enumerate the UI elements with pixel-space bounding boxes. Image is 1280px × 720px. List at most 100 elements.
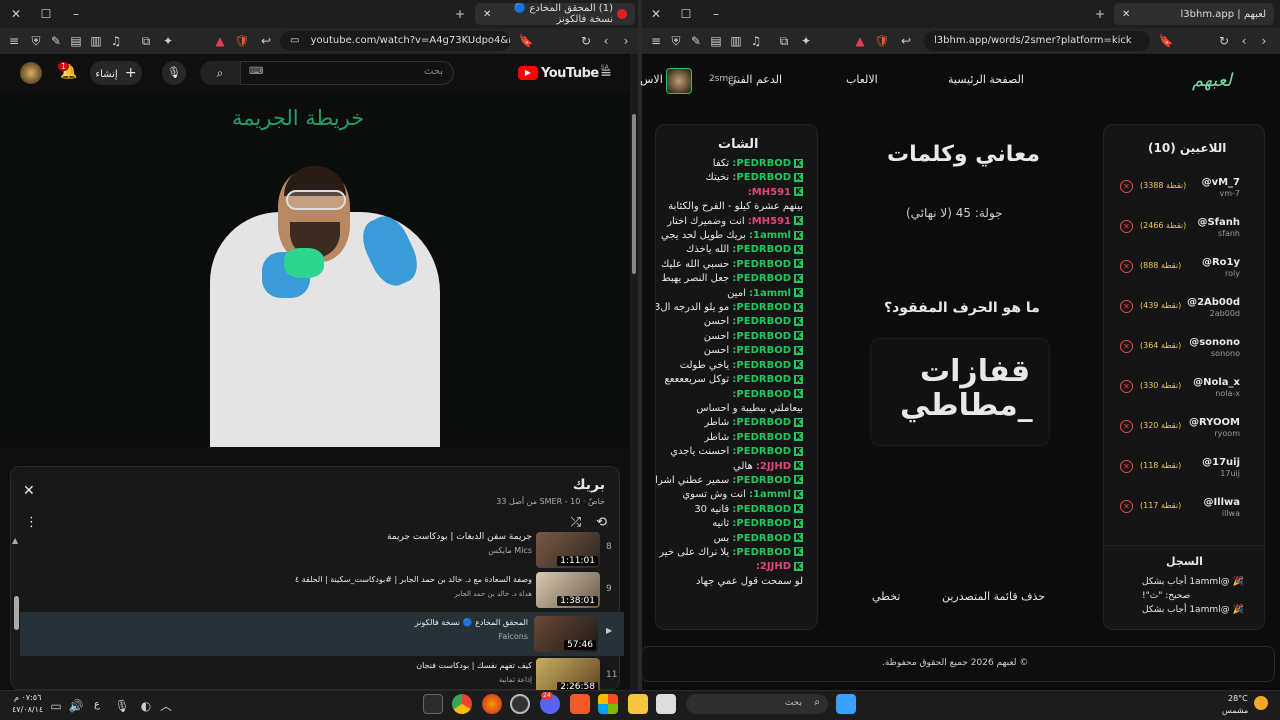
video-thumbnail[interactable]: 1:38:01 — [536, 572, 600, 608]
brave-shield-icon[interactable]: 🛡 — [234, 33, 250, 49]
create-button[interactable]: إنشاء + — [90, 61, 142, 85]
voice-search-button[interactable]: 🎙 — [162, 61, 186, 85]
remove-player-icon[interactable]: ✕ — [1120, 220, 1133, 233]
video-player[interactable]: خريطة الجريمة — [0, 92, 630, 447]
music-icon[interactable]: ♫ — [748, 33, 764, 49]
avatar[interactable] — [20, 62, 42, 84]
clock-date[interactable]: ٤٧/٠٨/١٤ — [12, 705, 43, 714]
share-icon[interactable]: ↩ — [258, 33, 274, 49]
loop-icon[interactable]: ⟲ — [596, 515, 607, 530]
firefox-icon[interactable] — [482, 694, 502, 714]
remove-player-icon[interactable]: ✕ — [1120, 420, 1133, 433]
forward-icon[interactable]: › — [1256, 33, 1272, 49]
nav-home[interactable]: الصفحة الرئيسية — [948, 73, 1024, 86]
security-icon[interactable]: ◐ — [138, 698, 154, 714]
forward-icon[interactable]: › — [618, 33, 634, 49]
playlist-item[interactable]: 9 1:38:01 وصفة السعادة مع د. خالد بن حمد… — [16, 570, 618, 610]
epic-games-icon[interactable] — [423, 694, 443, 714]
show-hidden-icons-icon[interactable]: ︿ — [158, 698, 174, 714]
tab-close-icon[interactable]: ✕ — [483, 9, 491, 20]
remove-player-icon[interactable]: ✕ — [1120, 460, 1133, 473]
user-avatar[interactable] — [666, 68, 692, 94]
screenshot-icon[interactable]: ⧉ — [776, 33, 792, 49]
new-tab-icon[interactable]: + — [1092, 6, 1108, 22]
video-thumbnail[interactable]: 2:26:58 — [536, 658, 600, 690]
keyboard-icon[interactable]: ⌨ — [249, 66, 263, 77]
taskbar-search[interactable]: بحث ⌕ — [686, 694, 828, 714]
video-thumbnail[interactable]: 57:46 — [534, 616, 598, 652]
playlist-item-current[interactable]: ▶ 57:46 المحقق المخادع 🔵 نسخة فالكونز Fa… — [20, 612, 624, 656]
address-bar[interactable]: l3bhm.app/words/2smer?platform=kick — [924, 31, 1150, 51]
nav-extra[interactable]: الاس — [640, 73, 663, 86]
brave-icon[interactable] — [570, 694, 590, 714]
tab-youtube[interactable]: (1) المحقق المخادع 🔵 نسخة فالكونز ✕ — [475, 3, 635, 25]
close-window-icon[interactable]: ✕ — [8, 6, 24, 22]
puzzle-icon[interactable]: ✦ — [798, 33, 814, 49]
shield-icon[interactable]: ⛨ — [28, 33, 44, 49]
tab-close-icon[interactable]: ✕ — [1122, 9, 1130, 20]
music-icon[interactable]: ♫ — [108, 33, 124, 49]
clear-leaderboard-button[interactable]: حذف قائمة المتصدرين — [942, 590, 1045, 603]
remove-player-icon[interactable]: ✕ — [1120, 380, 1133, 393]
maximize-icon[interactable]: ☐ — [678, 6, 694, 22]
aurora-icon[interactable]: ▲ — [212, 33, 228, 49]
video-thumbnail[interactable]: 1:11:01 — [536, 532, 600, 568]
menu-icon[interactable]: ≡ — [648, 33, 664, 49]
wallet-icon[interactable]: ▤ — [68, 33, 84, 49]
sidebar-icon[interactable]: ▥ — [728, 33, 744, 49]
more-options-icon[interactable]: ⋮ — [25, 515, 38, 530]
site-info-icon[interactable]: ▭ — [290, 35, 299, 46]
page-scrollbar[interactable] — [630, 54, 638, 690]
share-icon[interactable]: ↩ — [898, 33, 914, 49]
store-icon[interactable] — [598, 694, 618, 714]
obs-icon[interactable] — [510, 694, 530, 714]
bookmark-icon[interactable]: 🔖 — [1158, 33, 1174, 49]
weather-temp[interactable]: 28°C — [1228, 694, 1248, 703]
task-view-icon[interactable] — [656, 694, 676, 714]
reload-icon[interactable]: ↻ — [1216, 33, 1232, 49]
remove-player-icon[interactable]: ✕ — [1120, 180, 1133, 193]
volume-icon[interactable]: 🔊 — [68, 698, 84, 714]
aurora-icon[interactable]: ▲ — [852, 33, 868, 49]
skip-button[interactable]: تخطي — [872, 590, 900, 603]
maximize-icon[interactable]: ☐ — [38, 6, 54, 22]
puzzle-icon[interactable]: ✦ — [160, 33, 176, 49]
minimize-icon[interactable]: – — [68, 6, 84, 22]
remove-player-icon[interactable]: ✕ — [1120, 500, 1133, 513]
nav-games[interactable]: الالعاب — [846, 73, 878, 86]
extension-icon[interactable]: ✎ — [48, 33, 64, 49]
page-scroll-thumb[interactable] — [632, 114, 636, 274]
playlist-item[interactable]: 11 2:26:58 كيف تفهم نفسك | بودكاست فنجان… — [16, 656, 618, 690]
remove-player-icon[interactable]: ✕ — [1120, 260, 1133, 273]
site-logo[interactable]: لعبهم — [1192, 70, 1232, 91]
new-tab-icon[interactable]: + — [452, 6, 468, 22]
sidebar-icon[interactable]: ▥ — [88, 33, 104, 49]
brave-shield-icon[interactable]: 🛡 — [874, 33, 890, 49]
back-icon[interactable]: ‹ — [598, 33, 614, 49]
wallet-icon[interactable]: ▤ — [708, 33, 724, 49]
shuffle-icon[interactable]: ⤮ — [571, 515, 581, 530]
remove-player-icon[interactable]: ✕ — [1120, 300, 1133, 313]
extension-icon[interactable]: ✎ — [688, 33, 704, 49]
weather-desc[interactable]: مشمس — [1222, 706, 1248, 715]
minimize-icon[interactable]: – — [708, 6, 724, 22]
start-menu-icon[interactable] — [836, 694, 856, 714]
notification-center-icon[interactable]: ▭ — [48, 698, 64, 714]
guide-menu-icon[interactable]: ≡ — [598, 65, 614, 81]
clock-time[interactable]: ٠٧:٥٦ م — [14, 693, 41, 702]
language-indicator[interactable]: ع — [94, 699, 100, 710]
youtube-logo[interactable]: ▶ YouTube SA — [518, 64, 609, 82]
address-bar[interactable]: ▭ youtube.com/watch?v=A4g73KUdpo4&lis... — [280, 31, 510, 51]
search-input[interactable]: ⌨ بحث — [240, 61, 454, 85]
playlist-close-icon[interactable]: ✕ — [23, 483, 35, 499]
remove-player-icon[interactable]: ✕ — [1120, 340, 1133, 353]
playlist-item[interactable]: 8 1:11:01 جريمة سفن الدبغات | بودكاست جر… — [16, 530, 618, 570]
microphone-icon[interactable]: 🎙 — [114, 698, 130, 714]
bookmark-icon[interactable]: 🔖 — [518, 33, 534, 49]
search-button[interactable]: ⌕ — [200, 61, 240, 85]
menu-icon[interactable]: ≡ — [6, 33, 22, 49]
file-explorer-icon[interactable] — [628, 694, 648, 714]
close-window-icon[interactable]: ✕ — [648, 6, 664, 22]
screenshot-icon[interactable]: ⧉ — [138, 33, 154, 49]
back-icon[interactable]: ‹ — [1236, 33, 1252, 49]
